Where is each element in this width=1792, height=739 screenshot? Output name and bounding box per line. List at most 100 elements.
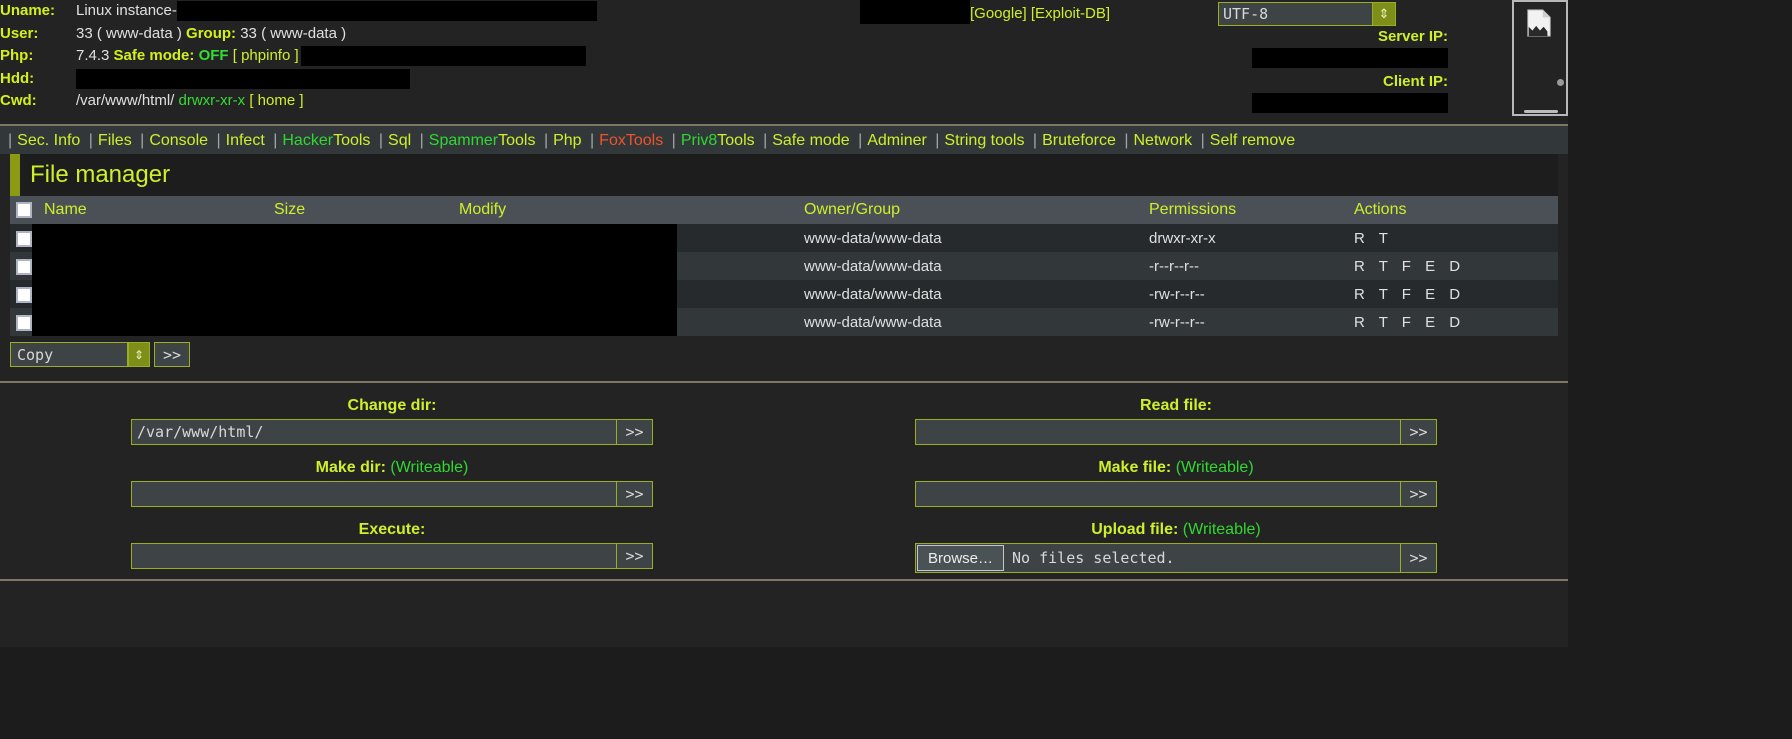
table-row[interactable]: www-data/www-data drwxr-xr-x R T — [10, 224, 1558, 252]
row-name-redaction — [32, 252, 677, 280]
nav-item-adminer[interactable]: Adminer — [867, 132, 927, 149]
row-permissions[interactable]: -r--r--r-- — [1143, 252, 1348, 280]
nav-item-network[interactable]: Network — [1134, 132, 1193, 149]
nav-sep: | — [216, 132, 221, 149]
upload-file-writeable-badge: (Writeable) — [1182, 521, 1261, 538]
nav-item-php[interactable]: Php — [553, 132, 581, 149]
change-dir-submit-button[interactable]: >> — [617, 419, 653, 445]
make-dir-label-text: Make dir: — [315, 459, 386, 476]
table-row[interactable]: www-data/www-data -rw-r--r-- R T F E D — [10, 280, 1558, 308]
row-name-cell[interactable] — [32, 224, 798, 252]
row-actions[interactable]: R T F E D — [1348, 308, 1558, 336]
make-file-input[interactable] — [915, 481, 1401, 507]
phpinfo-link[interactable]: [ phpinfo ] — [233, 47, 299, 64]
table-row[interactable]: www-data/www-data -r--r--r-- R T F E D — [10, 252, 1558, 280]
column-header-owner-group[interactable]: Owner/Group — [798, 196, 1143, 224]
bulk-action-select[interactable]: Copy — [10, 342, 128, 367]
nav-item-sec-info[interactable]: Sec. Info — [17, 132, 80, 149]
nav-item-bruteforce[interactable]: Bruteforce — [1042, 132, 1116, 149]
row-checkbox[interactable] — [16, 230, 32, 247]
row-name-cell[interactable] — [32, 252, 798, 280]
uname-label: Uname: — [0, 2, 56, 19]
row-permissions[interactable]: -rw-r--r-- — [1143, 308, 1348, 336]
select-all-checkbox[interactable] — [16, 201, 32, 218]
browse-button[interactable]: Browse… — [917, 545, 1005, 571]
cwd-path[interactable]: /var/www/html/ — [76, 92, 174, 109]
header-redaction-strip — [860, 0, 970, 24]
page-background-bottom — [0, 647, 1792, 739]
execute-submit-button[interactable]: >> — [617, 543, 653, 569]
nav-priv8tools-prefix: Priv8 — [680, 132, 718, 149]
execute-label: Execute: — [358, 521, 426, 538]
forms-column-right: Read file: >> Make file: (Writeable) >> — [784, 393, 1568, 583]
row-checkbox[interactable] — [16, 314, 32, 331]
uname-redaction — [176, 1, 597, 22]
row-checkbox[interactable] — [16, 286, 32, 303]
client-ip-value-redacted — [1252, 93, 1448, 113]
row-name-cell[interactable] — [32, 308, 798, 336]
row-owner-group: www-data/www-data — [798, 224, 1143, 252]
read-file-block: Read file: >> — [784, 393, 1568, 445]
hdd-value — [76, 68, 1568, 91]
encoding-value: UTF-8 — [1223, 5, 1269, 23]
change-dir-block: Change dir: >> — [0, 393, 784, 445]
nav-item-sql[interactable]: Sql — [388, 132, 411, 149]
read-file-input[interactable] — [915, 419, 1401, 445]
make-dir-form: >> — [0, 481, 784, 507]
nav-sep: | — [543, 132, 549, 149]
table-row[interactable]: www-data/www-data -rw-r--r-- R T F E D — [10, 308, 1558, 336]
execute-form: >> — [0, 543, 784, 569]
make-dir-label: Make dir: (Writeable) — [0, 455, 784, 481]
column-header-permissions[interactable]: Permissions — [1143, 196, 1348, 224]
upload-file-label: Upload file: (Writeable) — [784, 517, 1568, 543]
column-header-size[interactable]: Size — [268, 196, 453, 224]
upload-file-block: Upload file: (Writeable) Browse… No file… — [784, 517, 1568, 573]
file-picker[interactable]: Browse… No files selected. — [915, 543, 1401, 573]
execute-input[interactable] — [131, 543, 617, 569]
row-actions[interactable]: R T F E D — [1348, 252, 1558, 280]
row-name-cell[interactable] — [32, 280, 798, 308]
nav-item-infect[interactable]: Infect — [226, 132, 265, 149]
encoding-select[interactable]: UTF-8 — [1218, 2, 1396, 26]
top-links[interactable]: [Google] [Exploit-DB] — [970, 3, 1110, 25]
column-header-actions: Actions — [1348, 196, 1558, 224]
user-uid: 33 ( www-data ) — [76, 24, 182, 42]
file-selection-status: No files selected. — [1012, 549, 1175, 567]
nav-item-string-tools[interactable]: String tools — [944, 132, 1024, 149]
row-checkbox[interactable] — [16, 258, 32, 275]
bulk-action-arrow-icon[interactable]: ⇕ — [128, 342, 150, 367]
nav-item-console[interactable]: Console — [149, 132, 208, 149]
nav-item-files[interactable]: Files — [98, 132, 132, 149]
row-actions[interactable]: R T F E D — [1348, 280, 1558, 308]
row-permissions[interactable]: drwxr-xr-x — [1143, 224, 1348, 252]
make-dir-input[interactable] — [131, 481, 617, 507]
nav-item-spammertools[interactable]: SpammerTools — [429, 132, 536, 149]
execute-block: Execute: >> — [0, 517, 784, 569]
nav-item-foxtools[interactable]: FoxTools — [599, 132, 663, 149]
upload-file-form: Browse… No files selected. >> — [784, 543, 1568, 573]
column-header-modify[interactable]: Modify — [453, 196, 798, 224]
read-file-submit-button[interactable]: >> — [1401, 419, 1437, 445]
nav-item-hackertools[interactable]: HackerTools — [282, 132, 370, 149]
broken-image-placeholder — [1512, 0, 1568, 116]
client-ip-label: Client IP: — [1382, 73, 1448, 90]
change-dir-input[interactable] — [131, 419, 617, 445]
make-dir-submit-button[interactable]: >> — [617, 481, 653, 507]
bulk-action-submit-button[interactable]: >> — [154, 342, 190, 367]
footer-divider — [0, 579, 1568, 581]
cwd-label: Cwd: — [0, 92, 37, 109]
nav-item-priv8tools[interactable]: Priv8Tools — [681, 132, 755, 149]
row-actions[interactable]: R T — [1348, 224, 1558, 252]
nav-item-self-remove[interactable]: Self remove — [1210, 132, 1295, 149]
upload-file-submit-button[interactable]: >> — [1401, 543, 1437, 573]
make-file-submit-button[interactable]: >> — [1401, 481, 1437, 507]
column-header-name[interactable]: Name — [38, 196, 268, 224]
nav-sep: | — [378, 132, 384, 149]
file-table-body: www-data/www-data drwxr-xr-x R T www-dat… — [10, 224, 1558, 336]
nav-item-safe-mode[interactable]: Safe mode — [772, 132, 849, 149]
home-link[interactable]: [ home ] — [249, 92, 303, 109]
row-name-redaction — [32, 280, 677, 308]
encoding-select-arrow-icon[interactable]: ⇕ — [1372, 2, 1396, 26]
row-permissions[interactable]: -rw-r--r-- — [1143, 280, 1348, 308]
make-file-writeable-badge: (Writeable) — [1175, 459, 1254, 476]
